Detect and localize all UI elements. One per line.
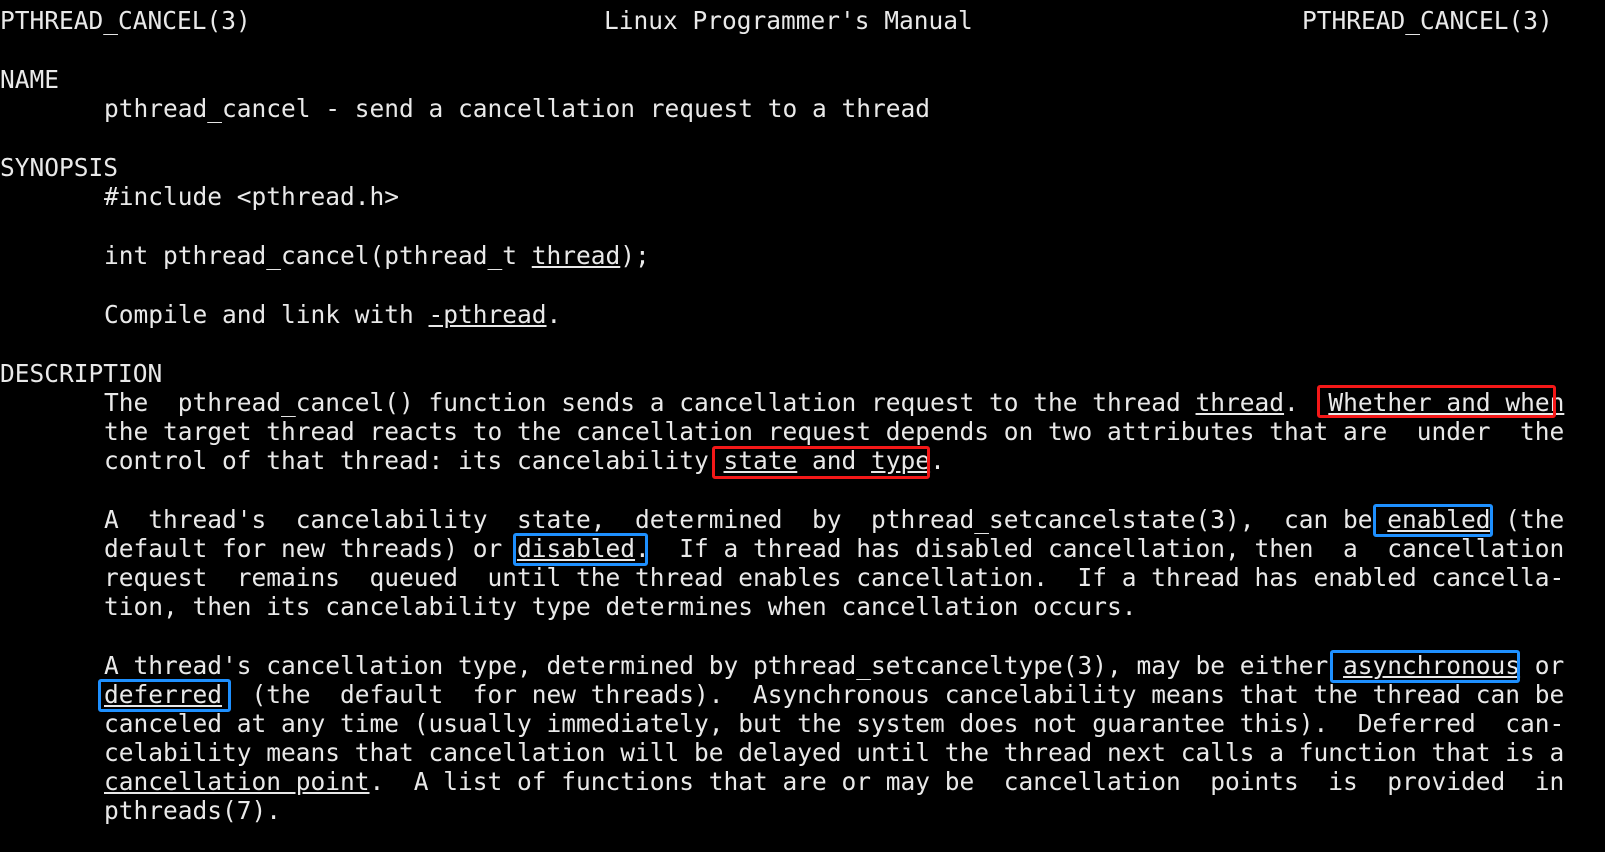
description-p2-line2: default for new threads) or disabled. If… <box>104 534 1565 563</box>
name-body: pthread_cancel - send a cancellation req… <box>104 94 931 123</box>
description-p3-line2: deferred (the default for new threads). … <box>104 680 1565 709</box>
highlighted-deferred: deferred <box>104 680 223 709</box>
link-cancellation-point: cancellation point <box>104 767 370 796</box>
synopsis-prototype: int pthread_cancel(pthread_t thread); <box>104 241 650 270</box>
link-state: state <box>723 446 798 475</box>
description-p1-line2: the target thread reacts to the cancella… <box>104 417 1565 446</box>
link-type: type <box>871 446 931 475</box>
description-p3-line6: pthreads(7). <box>104 796 282 825</box>
description-p3-line1: A thread's cancellation type, determined… <box>104 651 1565 680</box>
section-heading-synopsis: SYNOPSIS <box>0 153 119 182</box>
section-heading-name: NAME <box>0 65 60 94</box>
description-p2-line3: request remains queued until the thread … <box>104 563 1565 592</box>
description-p1-line3: control of that thread: its cancelabilit… <box>104 446 945 475</box>
highlighted-disabled: disabled <box>517 534 636 563</box>
description-p1-line1: The pthread_cancel() function sends a ca… <box>104 388 1565 417</box>
section-heading-description: DESCRIPTION <box>0 359 163 388</box>
description-p3-line3: canceled at any time (usually immediatel… <box>104 709 1565 738</box>
highlighted-enabled: enabled <box>1387 505 1491 534</box>
man-header-left: PTHREAD_CANCEL(3) <box>0 6 251 35</box>
prototype-arg-thread: thread <box>531 241 621 270</box>
description-p3-line4: celability means that cancellation will … <box>104 738 1565 767</box>
man-header-center: Linux Programmer's Manual <box>604 6 973 35</box>
link-thread: thread <box>1195 388 1285 417</box>
description-p3-line5: cancellation point. A list of functions … <box>104 767 1565 796</box>
synopsis-include: #include <pthread.h> <box>104 182 400 211</box>
synopsis-compile-note: Compile and link with -pthread. <box>104 300 562 329</box>
description-p2-line4: tion, then its cancelability type determ… <box>104 592 1137 621</box>
highlighted-asynchronous: asynchronous <box>1343 651 1521 680</box>
description-p2-line1: A thread's cancelability state, determin… <box>104 505 1565 534</box>
highlighted-whether-and-when: Whether and when <box>1328 388 1565 417</box>
man-header-right: PTHREAD_CANCEL(3) <box>1302 6 1553 35</box>
compile-flag-pthread: -pthread <box>428 300 547 329</box>
terminal-man-page[interactable]: PTHREAD_CANCEL(3) Linux Programmer's Man… <box>0 0 1605 852</box>
